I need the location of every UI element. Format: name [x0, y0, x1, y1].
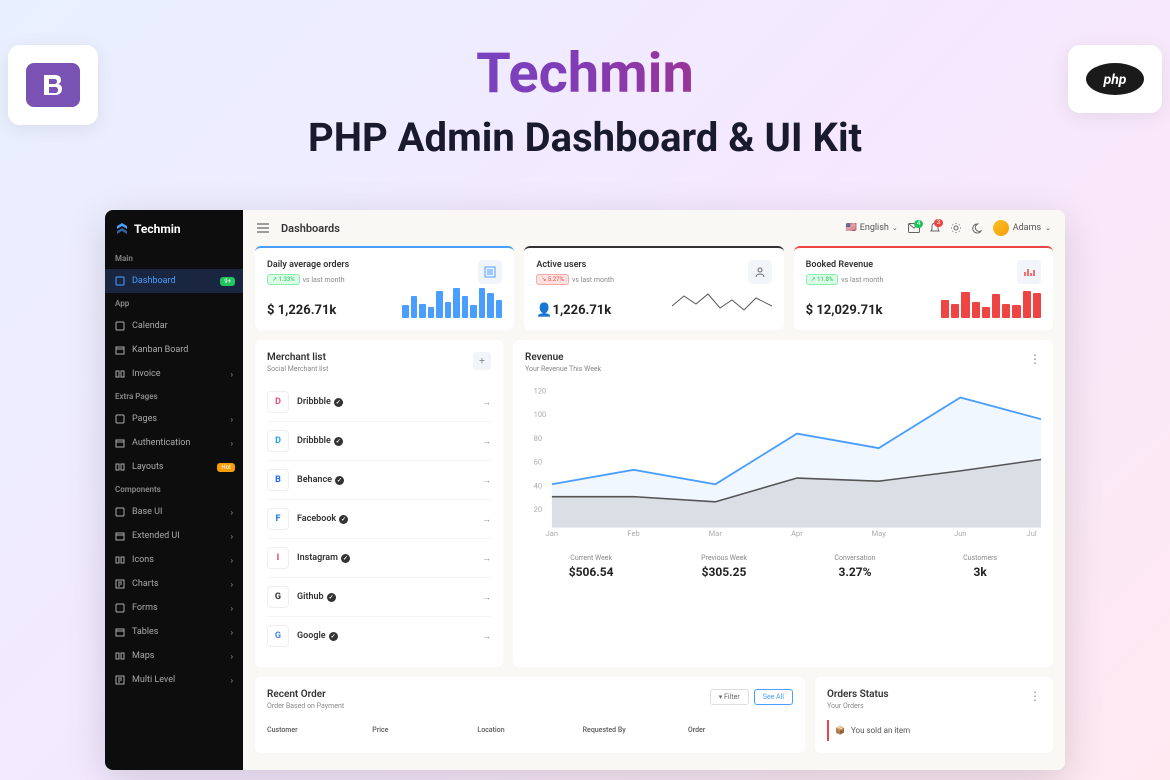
sidebar-item-dashboard[interactable]: Dashboard9+ [105, 269, 243, 293]
arrow-icon: → [482, 436, 491, 447]
sidebar-item-charts[interactable]: Charts› [105, 572, 243, 596]
svg-text:Feb: Feb [627, 529, 639, 538]
sidebar-item-forms[interactable]: Forms› [105, 596, 243, 620]
svg-text:Jul: Jul [1027, 529, 1037, 538]
dashboard-preview: Techmin MainDashboard9+AppCalendarKanban… [105, 210, 1065, 770]
see-all-button[interactable]: See All [754, 689, 793, 705]
merchant-item[interactable]: BBehance✓→ [267, 461, 491, 500]
merchant-item[interactable]: FFacebook✓→ [267, 500, 491, 539]
svg-text:Mar: Mar [709, 529, 723, 538]
revenue-stat: Previous Week$305.25 [701, 554, 747, 579]
avatar [993, 220, 1009, 236]
sidebar-item-kanban-board[interactable]: Kanban Board [105, 338, 243, 362]
arrow-icon: → [482, 475, 491, 486]
topbar: Dashboards 🇺🇸 English ⌄ 4 3 Adams ⌄ [243, 210, 1065, 246]
revenue-stat: Conversation3.27% [834, 554, 875, 579]
theme-icon[interactable] [972, 223, 983, 234]
sidebar-item-layouts[interactable]: LayoutsHot [105, 455, 243, 479]
merchant-item[interactable]: DDribbble✓→ [267, 422, 491, 461]
table-header: Requested By [583, 726, 688, 734]
arrow-icon: → [482, 514, 491, 525]
svg-text:20: 20 [534, 505, 542, 514]
arrow-icon: → [482, 631, 491, 642]
hero-subtitle: PHP Admin Dashboard & UI Kit [0, 114, 1170, 161]
merchant-item[interactable]: GGoogle✓→ [267, 617, 491, 655]
sidebar-item-extended-ui[interactable]: Extended UI› [105, 524, 243, 548]
sidebar-brand[interactable]: Techmin [105, 210, 243, 248]
arrow-icon: → [482, 553, 491, 564]
svg-text:php: php [1103, 72, 1127, 88]
arrow-icon: → [482, 397, 491, 408]
merchant-item[interactable]: GGithub✓→ [267, 578, 491, 617]
sidebar-item-maps[interactable]: Maps› [105, 644, 243, 668]
revenue-stat: Current Week$506.54 [569, 554, 614, 579]
svg-text:40: 40 [534, 482, 542, 491]
revenue-panel: Revenue Your Revenue This Week ⋮ 1201008… [513, 340, 1053, 667]
stat-card: Daily average orders↗ 1.33% vs last mont… [255, 246, 514, 330]
revenue-stat: Customers3k [963, 554, 997, 579]
sidebar-item-pages[interactable]: Pages› [105, 407, 243, 431]
sidebar-section: App [105, 293, 243, 314]
user-menu[interactable]: Adams ⌄ [993, 220, 1051, 236]
revenue-chart: 120 100 80 60 40 20 Jan Feb Mar Apr May Jun Jul [525, 383, 1041, 538]
recent-order-panel: Recent Order Order Based on Payment ▾ Fi… [255, 677, 805, 753]
arrow-icon: → [482, 592, 491, 603]
sidebar-item-authentication[interactable]: Authentication› [105, 431, 243, 455]
orders-status-panel: Orders Status Your Orders ⋮ 📦 You sold a… [815, 677, 1053, 753]
table-header: Order [688, 726, 793, 734]
revenue-menu-icon[interactable]: ⋮ [1029, 352, 1041, 366]
sidebar-item-tables[interactable]: Tables› [105, 620, 243, 644]
svg-text:60: 60 [534, 458, 542, 467]
page-title: Dashboards [281, 222, 340, 235]
merchant-item[interactable]: IInstagram✓→ [267, 539, 491, 578]
sidebar-section: Main [105, 248, 243, 269]
merchant-panel: Merchant list Social Merchant list + DDr… [255, 340, 503, 667]
table-header: Location [477, 726, 582, 734]
bootstrap-logo [8, 45, 98, 125]
sidebar-section: Components [105, 479, 243, 500]
svg-text:80: 80 [534, 434, 542, 443]
settings-icon[interactable] [950, 222, 962, 234]
status-item: 📦 You sold an item [827, 720, 1041, 741]
svg-text:Jun: Jun [954, 529, 966, 538]
table-header: Customer [267, 726, 372, 734]
menu-icon[interactable] [257, 223, 269, 233]
bell-icon[interactable]: 3 [930, 222, 940, 234]
sidebar-item-base-ui[interactable]: Base UI› [105, 500, 243, 524]
sidebar-item-invoice[interactable]: Invoice› [105, 362, 243, 386]
stat-icon [748, 260, 772, 284]
sidebar-item-multi-level[interactable]: Multi Level› [105, 668, 243, 692]
svg-text:100: 100 [534, 410, 547, 419]
status-menu-icon[interactable]: ⋮ [1029, 689, 1041, 703]
language-selector[interactable]: 🇺🇸 English ⌄ [846, 223, 898, 233]
sidebar: Techmin MainDashboard9+AppCalendarKanban… [105, 210, 243, 770]
stat-card: Active users↘ 5.27% vs last month👤1,226.… [524, 246, 783, 330]
table-header: Price [372, 726, 477, 734]
hero-title: Techmin [0, 40, 1170, 106]
sidebar-section: Extra Pages [105, 386, 243, 407]
stat-icon [478, 260, 502, 284]
filter-button[interactable]: ▾ Filter [710, 689, 749, 705]
merchant-item[interactable]: DDribbble✓→ [267, 383, 491, 422]
mail-icon[interactable]: 4 [908, 223, 920, 233]
svg-text:120: 120 [534, 386, 547, 395]
add-merchant-button[interactable]: + [473, 352, 491, 370]
stat-icon [1017, 260, 1041, 284]
sidebar-item-calendar[interactable]: Calendar [105, 314, 243, 338]
stat-card: Booked Revenue↗ 11.8% vs last month$ 12,… [794, 246, 1053, 330]
svg-text:May: May [872, 529, 887, 538]
svg-text:Jan: Jan [546, 529, 558, 538]
sidebar-item-icons[interactable]: Icons› [105, 548, 243, 572]
svg-text:Apr: Apr [791, 529, 803, 538]
php-logo: php [1068, 45, 1162, 113]
